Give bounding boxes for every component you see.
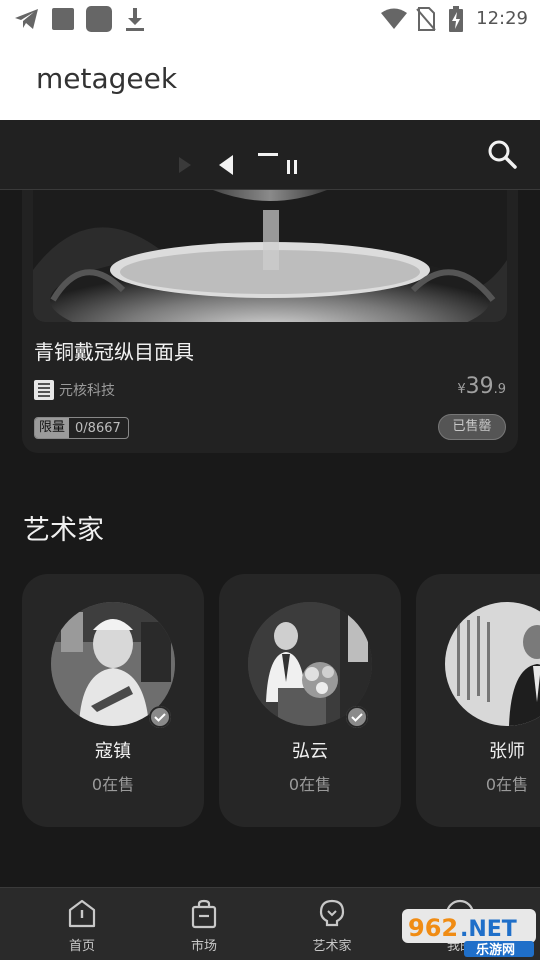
product-card[interactable]: 青铜戴冠纵目面具 元核科技 ¥ 39 .9 限量 0/8667 已售罄: [22, 190, 518, 453]
search-icon[interactable]: [486, 138, 518, 170]
artist-card[interactable]: 弘云 0在售: [219, 574, 401, 827]
square-icon: [52, 8, 74, 30]
artist-sales-count: 0在售: [288, 775, 332, 794]
lightbulb-icon: [319, 899, 345, 927]
artist-avatar: [445, 602, 540, 726]
artist-name: 张师: [489, 741, 525, 762]
tab-label: 艺术家: [312, 939, 352, 954]
no-sim-icon: [416, 7, 436, 31]
telegram-icon: [15, 9, 38, 29]
play-icon[interactable]: [178, 156, 192, 174]
main-scroll-content[interactable]: 青铜戴冠纵目面具 元核科技 ¥ 39 .9 限量 0/8667 已售罄 艺术家: [0, 190, 540, 887]
shopping-bag-icon: [191, 899, 217, 929]
tab-artists[interactable]: 艺术家: [278, 888, 386, 960]
artist-sales-count: 0在售: [485, 775, 529, 794]
home-icon: [68, 899, 96, 928]
tab-market[interactable]: 市场: [150, 888, 258, 960]
rounded-square-icon: [86, 6, 112, 32]
battery-icon: [449, 6, 463, 32]
watermark-text: 乐游网: [476, 943, 516, 958]
artist-name: 寇镇: [95, 741, 131, 762]
brand-row[interactable]: 元核科技: [34, 380, 115, 400]
artist-card[interactable]: 寇镇 0在售: [22, 574, 204, 827]
app-screen: 12:29 metageek 青铜戴冠纵目面具 元核科技 ¥ 39 .9 限量 …: [0, 0, 540, 960]
price-integer: 39: [465, 374, 494, 399]
tab-label: 市场: [190, 939, 217, 954]
previous-icon[interactable]: [218, 154, 234, 176]
price-decimal: .9: [493, 382, 506, 397]
verified-check-icon: [149, 706, 171, 728]
brand-logo: [34, 380, 54, 400]
watermark-logo: 962 .NET: [402, 909, 536, 957]
download-icon: [126, 8, 144, 31]
price-symbol: ¥: [457, 382, 466, 397]
brand-name: 元核科技: [59, 383, 115, 399]
verified-check-icon: [346, 706, 368, 728]
status-time: 12:29: [476, 8, 528, 29]
artist-sales-count: 0在售: [91, 775, 135, 794]
top-nav-bar: [0, 120, 540, 190]
tab-label: 首页: [68, 939, 95, 954]
app-title: metageek: [36, 62, 178, 95]
limit-label: 限量: [35, 418, 70, 438]
limit-badge: 限量 0/8667: [34, 417, 129, 439]
artists-section-title: 艺术家: [23, 515, 104, 546]
status-bar: 12:29: [0, 0, 540, 38]
pause-icon[interactable]: [286, 160, 298, 174]
product-image: [33, 190, 507, 322]
wifi-icon: [381, 8, 407, 29]
sold-out-badge: 已售罄: [438, 414, 506, 440]
price: ¥ 39 .9: [457, 374, 506, 399]
artist-card[interactable]: 张师 0在售: [416, 574, 540, 827]
svg-text:962: 962: [408, 914, 458, 942]
limit-count: 0/8667: [75, 420, 121, 436]
app-title-bar: metageek: [0, 38, 540, 120]
product-title: 青铜戴冠纵目面具: [34, 340, 194, 364]
tab-home[interactable]: 首页: [28, 888, 136, 960]
dash-icon: [258, 153, 278, 156]
artist-name: 弘云: [292, 741, 328, 762]
